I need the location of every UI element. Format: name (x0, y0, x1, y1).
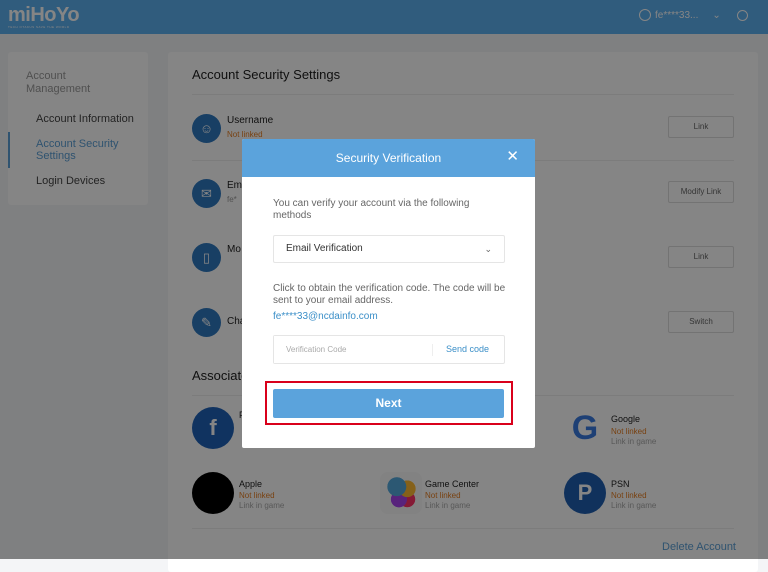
next-button[interactable]: Next (273, 389, 504, 418)
verification-method-select[interactable]: Email Verification ⌄ (273, 235, 505, 263)
selected-method: Email Verification (286, 243, 363, 254)
dialog-title: Security Verification (335, 151, 442, 165)
send-code-button[interactable]: Send code (446, 336, 489, 363)
dialog-header: Security Verification ✕ (242, 139, 535, 177)
chevron-down-icon: ⌄ (484, 244, 492, 254)
close-icon[interactable]: ✕ (506, 139, 519, 175)
dialog-intro: You can verify your account via the foll… (273, 198, 470, 221)
divider (432, 344, 433, 356)
email-address: fe****33@ncdainfo.com (273, 311, 378, 322)
dialog-info: Click to obtain the verification code. T… (273, 283, 506, 306)
verification-code-input[interactable] (274, 336, 429, 363)
verification-code-field: Send code (273, 335, 505, 364)
